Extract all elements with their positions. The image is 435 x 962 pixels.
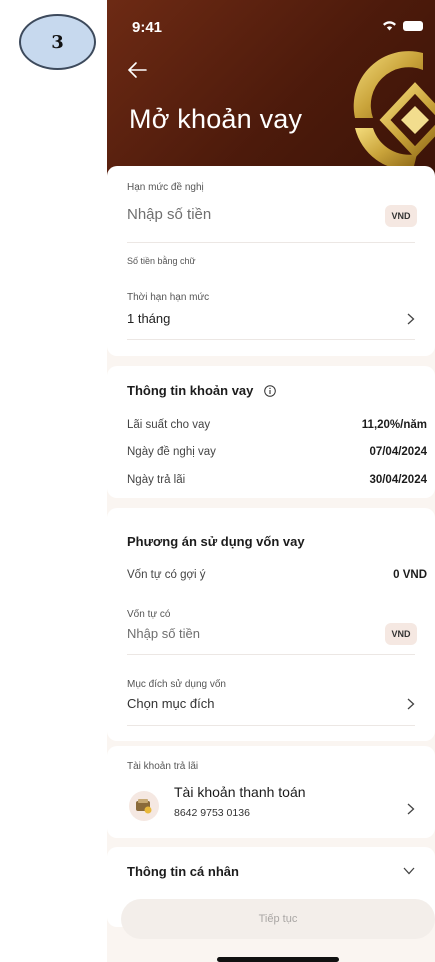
wifi-icon — [383, 21, 396, 31]
continue-button[interactable]: Tiếp tục — [121, 899, 435, 939]
repayment-account-card[interactable]: Tài khoản trả lãi Tài khoản thanh toán 8… — [107, 746, 435, 838]
currency-badge: VND — [385, 623, 417, 645]
term-selector[interactable]: 1 tháng — [127, 311, 170, 326]
phone-screen: 9:41 Mở khoản vay Hạn mức đề nghị Nhập s… — [107, 0, 435, 962]
account-number: 8642 9753 0136 — [174, 807, 250, 819]
battery-icon — [403, 20, 423, 31]
chevron-down-icon[interactable] — [403, 867, 415, 875]
amount-in-words-label: Số tiền bằng chữ — [127, 256, 196, 266]
info-icon[interactable] — [264, 385, 276, 397]
chevron-right-icon[interactable] — [407, 313, 415, 325]
interest-payment-date-label: Ngày trả lãi — [127, 474, 186, 486]
interest-rate-label: Lãi suất cho vay — [127, 419, 211, 431]
status-time: 9:41 — [132, 19, 163, 36]
bank-logo-icon — [353, 51, 435, 171]
own-capital-label: Vốn tự có — [127, 609, 171, 620]
term-label: Thời hạn hạn mức — [127, 292, 210, 303]
limit-amount-input[interactable]: Nhập số tiền — [127, 206, 211, 223]
own-capital-input[interactable]: Nhập số tiền — [127, 626, 200, 641]
capital-plan-title: Phương án sử dụng vốn vay — [127, 534, 305, 549]
divider — [127, 654, 415, 655]
step-number: 3 — [51, 31, 64, 53]
status-icons — [382, 20, 423, 31]
step-number-badge: 3 — [19, 14, 96, 70]
repayment-account-label: Tài khoản trả lãi — [127, 761, 199, 772]
currency-badge: VND — [385, 205, 417, 227]
capital-plan-card: Phương án sử dụng vốn vay Vốn tự có gợi … — [107, 508, 435, 741]
request-date-value: 07/04/2024 — [369, 446, 427, 458]
loan-info-title: Thông tin khoản vay — [127, 383, 254, 398]
page-title: Mở khoản vay — [129, 104, 303, 134]
proposed-limit-label: Hạn mức đề nghị — [127, 182, 204, 193]
chevron-right-icon[interactable] — [407, 698, 415, 710]
interest-payment-date-value: 30/04/2024 — [369, 474, 427, 486]
wallet-icon — [129, 791, 159, 821]
interest-rate-value: 11,20%/năm — [361, 419, 427, 431]
purpose-selector[interactable]: Chọn mục đích — [127, 696, 214, 711]
loan-info-card: Thông tin khoản vay Lãi suất cho vay 11,… — [107, 366, 435, 498]
arrow-left-icon[interactable] — [127, 61, 147, 79]
personal-info-title: Thông tin cá nhân — [127, 864, 239, 879]
home-indicator — [217, 957, 339, 962]
account-name: Tài khoản thanh toán — [174, 784, 306, 800]
divider — [127, 339, 415, 340]
limit-card: Hạn mức đề nghị Nhập số tiền VND Số tiền… — [107, 166, 435, 356]
divider — [127, 725, 415, 726]
chevron-right-icon[interactable] — [407, 803, 415, 815]
request-date-label: Ngày đề nghị vay — [127, 446, 216, 458]
suggested-own-capital-value: 0 VND — [393, 569, 427, 581]
purpose-label: Mục đích sử dụng vốn — [127, 679, 226, 690]
divider — [127, 242, 415, 243]
suggested-own-capital-label: Vốn tự có gợi ý — [127, 569, 206, 581]
